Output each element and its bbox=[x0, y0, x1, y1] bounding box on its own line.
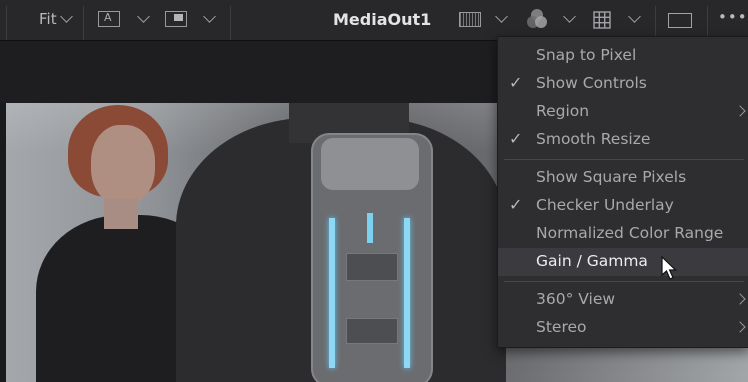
menu-item-gain-gamma[interactable]: Gain / Gamma bbox=[498, 248, 748, 276]
chevron-down-icon[interactable] bbox=[495, 10, 508, 23]
frame-icon[interactable] bbox=[668, 13, 692, 28]
menu-item-snap-to-pixel[interactable]: Snap to Pixel bbox=[498, 42, 748, 70]
more-icon[interactable]: ••• bbox=[718, 8, 748, 26]
chevron-down-icon[interactable] bbox=[563, 10, 576, 23]
menu-separator bbox=[504, 281, 744, 282]
submenu-arrow-icon bbox=[734, 105, 746, 117]
menu-item-show-controls[interactable]: ✓ Show Controls bbox=[498, 70, 748, 98]
submenu-arrow-icon bbox=[734, 293, 746, 305]
toolbar-separator bbox=[230, 6, 231, 40]
menu-item-360-view[interactable]: 360° View bbox=[498, 286, 748, 314]
menu-item-stereo[interactable]: Stereo bbox=[498, 314, 748, 342]
checker-icon[interactable] bbox=[459, 12, 481, 27]
channel-button[interactable]: A bbox=[98, 11, 120, 27]
woman-face bbox=[91, 125, 155, 205]
menu-item-region[interactable]: Region bbox=[498, 98, 748, 126]
toolbar-separator bbox=[707, 6, 708, 40]
menu-item-label: Show Controls bbox=[536, 74, 647, 92]
menu-item-show-square-pixels[interactable]: Show Square Pixels bbox=[498, 164, 748, 192]
menu-item-label: Region bbox=[536, 102, 590, 120]
menu-item-label: Show Square Pixels bbox=[536, 168, 687, 186]
menu-item-label: 360° View bbox=[536, 290, 616, 308]
menu-item-label: Smooth Resize bbox=[536, 130, 651, 148]
fit-zoom-button[interactable]: Fit bbox=[39, 10, 57, 28]
color-wheel-icon[interactable] bbox=[525, 7, 549, 31]
submenu-arrow-icon bbox=[734, 321, 746, 333]
menu-item-label: Stereo bbox=[536, 318, 587, 336]
glow-center bbox=[367, 213, 373, 243]
checkmark-icon: ✓ bbox=[509, 195, 523, 214]
menu-separator bbox=[504, 159, 744, 160]
toolbar-separator bbox=[83, 6, 84, 40]
glow-strip-right bbox=[404, 218, 410, 368]
mouse-cursor-icon bbox=[661, 255, 679, 282]
menu-item-checker-underlay[interactable]: ✓ Checker Underlay bbox=[498, 192, 748, 220]
display-icon-fill bbox=[174, 14, 183, 21]
menu-item-label: Snap to Pixel bbox=[536, 46, 637, 64]
menu-item-normalized-color-range[interactable]: Normalized Color Range bbox=[498, 220, 748, 248]
backpack-top-plate bbox=[321, 138, 419, 190]
backpack-module bbox=[346, 318, 398, 344]
display-icon[interactable] bbox=[165, 11, 187, 27]
viewer-title: MediaOut1 bbox=[333, 10, 432, 29]
chevron-down-icon[interactable] bbox=[628, 10, 641, 23]
woman-neck bbox=[104, 199, 138, 229]
grid-icon[interactable] bbox=[593, 11, 611, 29]
viewer-toolbar: Fit A MediaOut1 ••• bbox=[0, 0, 748, 41]
chevron-down-icon[interactable] bbox=[203, 10, 216, 23]
menu-item-label: Gain / Gamma bbox=[536, 252, 648, 270]
glow-strip-left bbox=[329, 218, 335, 368]
view-options-menu: Snap to Pixel ✓ Show Controls Region ✓ S… bbox=[497, 36, 748, 348]
toolbar-separator bbox=[655, 6, 656, 40]
chevron-down-icon[interactable] bbox=[60, 10, 73, 23]
menu-item-label: Normalized Color Range bbox=[536, 224, 724, 242]
checkmark-icon: ✓ bbox=[509, 73, 523, 92]
toolbar-separator bbox=[6, 6, 7, 40]
checkmark-icon: ✓ bbox=[509, 129, 523, 148]
menu-item-smooth-resize[interactable]: ✓ Smooth Resize bbox=[498, 126, 748, 154]
chevron-down-icon[interactable] bbox=[137, 10, 150, 23]
menu-item-label: Checker Underlay bbox=[536, 196, 674, 214]
backpack-module bbox=[346, 253, 398, 281]
channel-icon: A bbox=[104, 11, 112, 24]
